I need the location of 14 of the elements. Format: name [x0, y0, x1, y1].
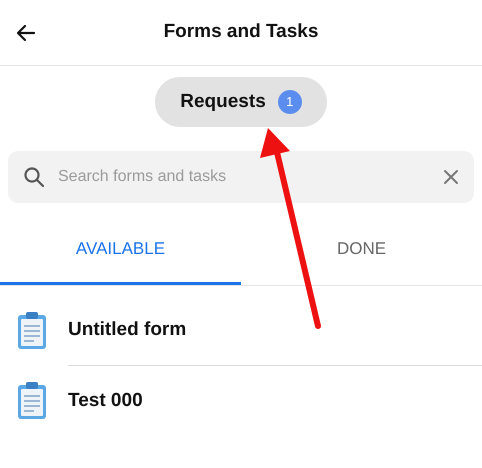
search-bar[interactable]: Search forms and tasks: [8, 151, 474, 203]
requests-label: Requests: [180, 90, 266, 114]
tab[interactable]: DONE: [241, 215, 482, 285]
requests-button[interactable]: Requests 1: [155, 77, 327, 127]
clipboard-icon: [16, 311, 48, 351]
clipboard-icon: [16, 381, 48, 421]
tab[interactable]: AVAILABLE: [0, 215, 241, 285]
page-title: Forms and Tasks: [164, 20, 318, 44]
search-field[interactable]: Search forms and tasks: [58, 165, 430, 189]
clear-icon[interactable]: [442, 168, 460, 186]
count-badge: 1: [278, 90, 302, 114]
form-name[interactable]: Test 000: [68, 386, 143, 416]
search-icon: [22, 165, 46, 189]
form-name[interactable]: Untitled form: [68, 316, 186, 345]
